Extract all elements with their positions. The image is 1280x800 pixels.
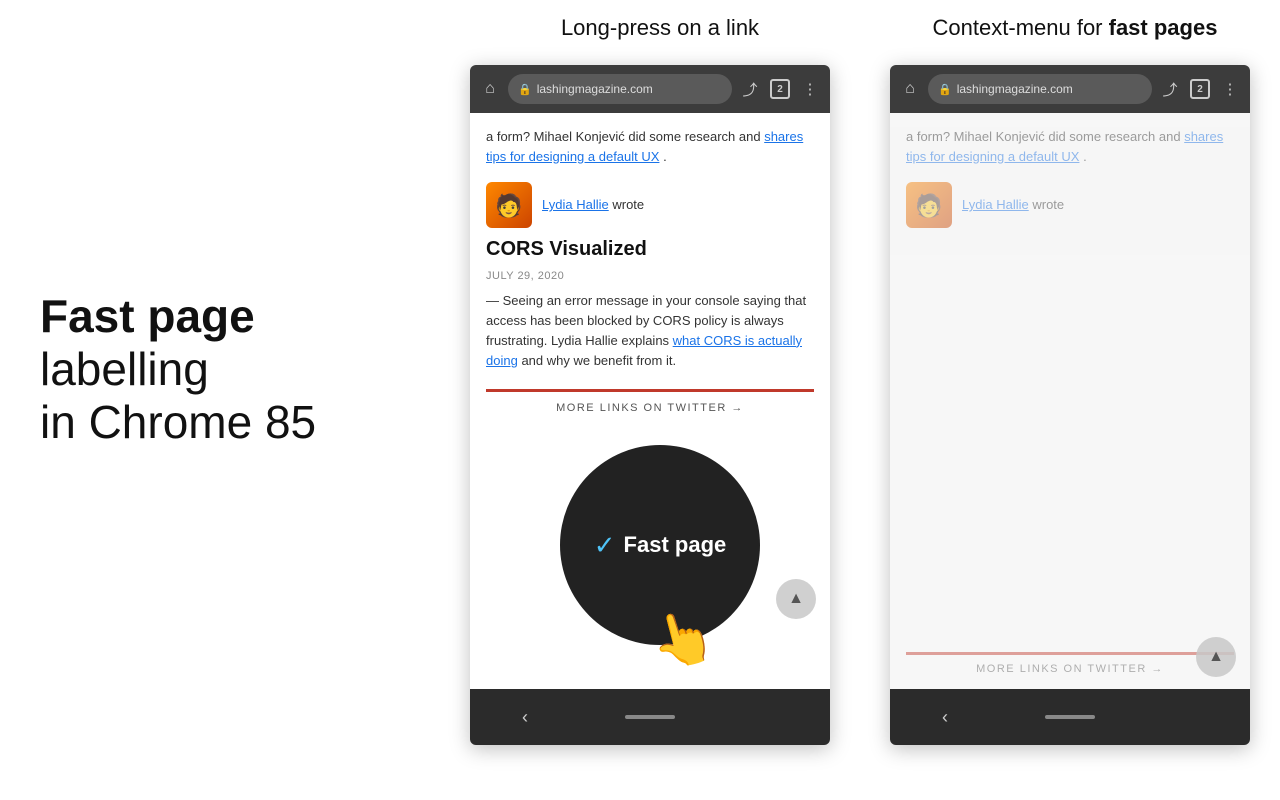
author-avatar-right: 🧑 [906, 182, 952, 228]
tab-count-left[interactable]: 2 [770, 79, 790, 99]
tab-count-right[interactable]: 2 [1190, 79, 1210, 99]
bottom-bar-left: ‹ [470, 689, 830, 745]
phone-mockup-right: ⌂ 🔒 lashingmagazine.com ⤴ 2 ⋮ a form? Mi… [890, 65, 1250, 745]
fast-page-badge-label: Fast page [624, 532, 727, 558]
back-btn-left[interactable]: ‹ [510, 707, 540, 728]
article-date: July 29, 2020 [486, 268, 814, 285]
home-icon-right: ⌂ [898, 80, 922, 98]
menu-icon-right[interactable]: ⋮ [1218, 80, 1242, 98]
right-column-header-prefix: Context-menu for [933, 15, 1109, 40]
left-column-header: Long-press on a link [480, 15, 840, 41]
article-body: — Seeing an error message in your consol… [486, 291, 814, 372]
bottom-bar-right: ‹ [890, 689, 1250, 745]
share-icon[interactable]: ⤴ [738, 79, 762, 100]
left-section: Fast page labelling in Chrome 85 [40, 290, 400, 449]
article-card-right: 🧑 Lydia Hallie wrote [906, 182, 1234, 234]
scroll-top-btn-right[interactable]: ▲ [1196, 637, 1236, 677]
more-links-right: MORE LINKS ON TWITTER → [906, 652, 1234, 675]
article-card: 🧑 Lydia Hallie wrote CORS Visualized Jul… [486, 182, 814, 371]
url-text-left: lashingmagazine.com [537, 82, 653, 96]
main-title: Fast page labelling in Chrome 85 [40, 290, 400, 449]
browser-bar-right: ⌂ 🔒 lashingmagazine.com ⤴ 2 ⋮ [890, 65, 1250, 113]
url-text-right: lashingmagazine.com [957, 82, 1073, 96]
back-btn-right[interactable]: ‹ [930, 707, 960, 728]
share-icon-right[interactable]: ⤴ [1158, 79, 1182, 100]
url-bar-left[interactable]: 🔒 lashingmagazine.com [508, 74, 732, 104]
author-name[interactable]: Lydia Hallie [542, 197, 609, 212]
fast-page-row: ✓ Fast page [594, 530, 727, 561]
right-column-header-bold: fast pages [1109, 15, 1218, 40]
browser-actions-left: ⤴ 2 ⋮ [738, 79, 822, 100]
author-avatar: 🧑 [486, 182, 532, 228]
lock-icon: 🔒 [518, 83, 532, 96]
menu-icon-left[interactable]: ⋮ [798, 80, 822, 98]
page-content-left: a form? Mihael Konjević did some researc… [470, 113, 830, 415]
browser-actions-right: ⤴ 2 ⋮ [1158, 79, 1242, 100]
home-icon: ⌂ [478, 80, 502, 98]
author-name-right: Lydia Hallie [962, 197, 1029, 212]
main-title-bold: Fast page [40, 290, 255, 342]
browser-bar-left: ⌂ 🔒 lashingmagazine.com ⤴ 2 ⋮ [470, 65, 830, 113]
article-title: CORS Visualized [486, 234, 814, 264]
home-pill-left[interactable] [625, 715, 675, 719]
more-links-left: MORE LINKS ON TWITTER → [486, 389, 814, 415]
fast-page-check-icon: ✓ [594, 530, 616, 561]
author-row: 🧑 Lydia Hallie wrote [486, 182, 814, 228]
url-bar-right[interactable]: 🔒 lashingmagazine.com [928, 74, 1152, 104]
lock-icon-right: 🔒 [938, 83, 952, 96]
right-column-header: Context-menu for fast pages [890, 15, 1260, 41]
scroll-top-btn-left[interactable]: ▲ [776, 579, 816, 619]
home-pill-right[interactable] [1045, 715, 1095, 719]
intro-paragraph: a form? Mihael Konjević did some researc… [486, 127, 814, 166]
